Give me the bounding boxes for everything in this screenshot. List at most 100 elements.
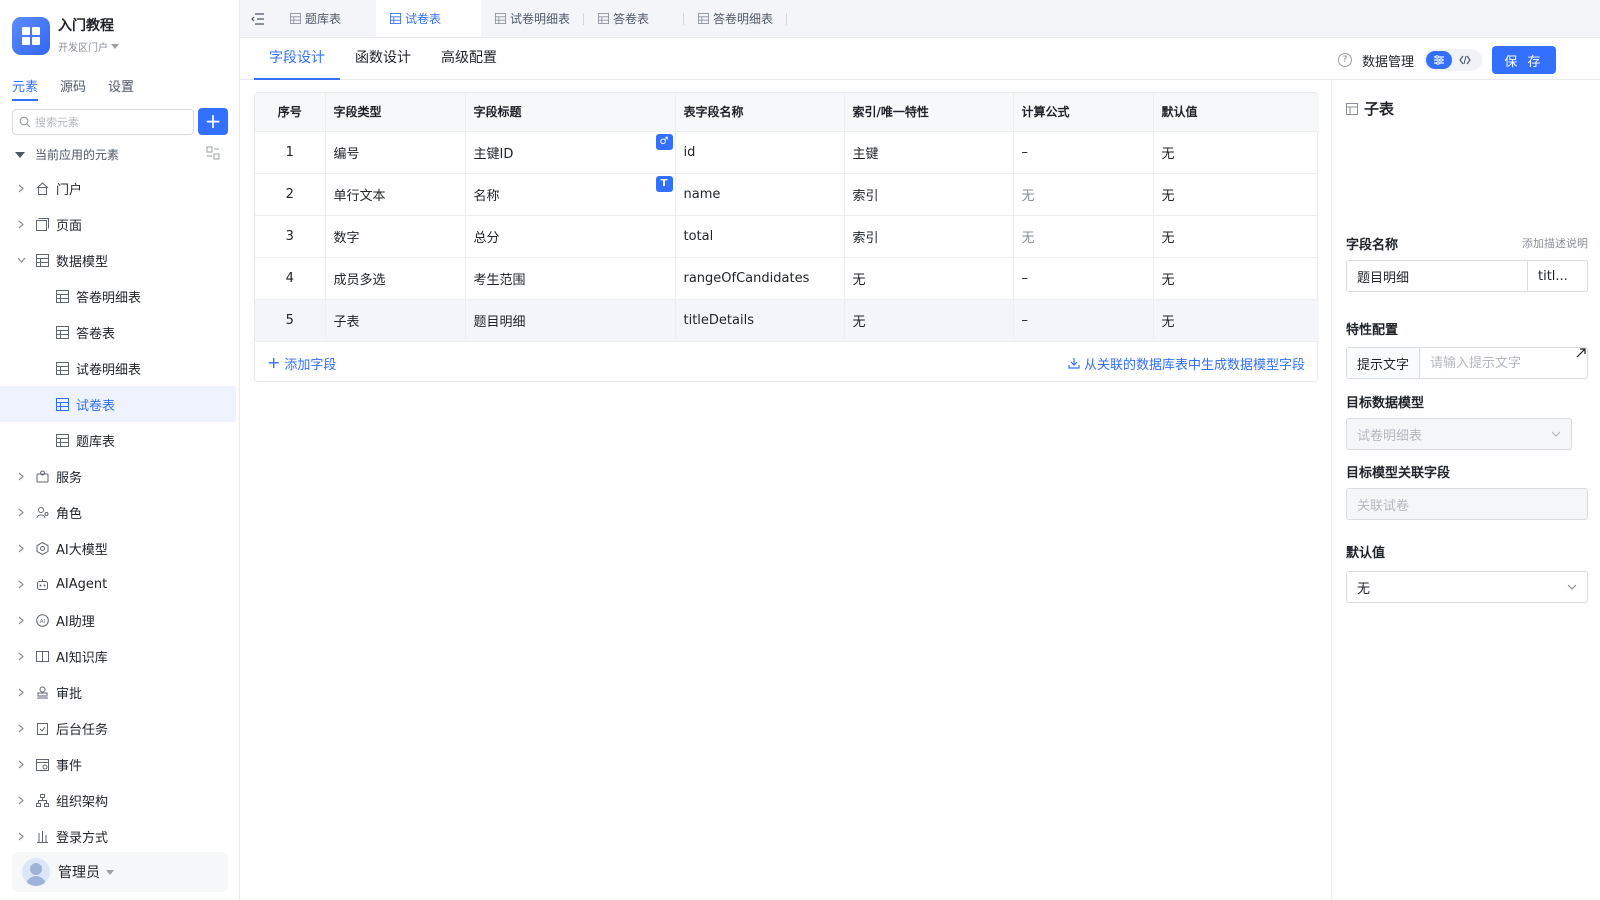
view-mode-toggle[interactable] [1424, 49, 1482, 71]
add-field-button[interactable]: + 添加字段 [267, 354, 336, 373]
chevron-right-icon[interactable] [12, 832, 30, 841]
cell-no: 3 [255, 215, 326, 258]
cell-name: id [675, 131, 845, 174]
tree-section-header[interactable]: 当前应用的元素 [12, 146, 228, 163]
sidebar-item-label: 数据模型 [56, 254, 109, 270]
relation-field-input[interactable]: 关联试卷 [1346, 488, 1588, 520]
help-icon[interactable]: ? [1337, 53, 1352, 67]
sidebar-item[interactable]: 答卷表 [0, 314, 236, 350]
file-tab[interactable]: 题库表 [276, 0, 376, 37]
tab-settings[interactable]: 设置 [108, 76, 134, 101]
default-value-select[interactable]: 无 [1346, 571, 1588, 603]
sidebar-item[interactable]: 题库表 [0, 422, 236, 458]
sidebar-item[interactable]: AI知识库 [0, 638, 236, 674]
chevron-right-icon[interactable] [12, 544, 30, 553]
field-code-input[interactable]: titl... [1527, 261, 1587, 291]
sidebar-item[interactable]: 审批 [0, 674, 236, 710]
chevron-right-icon[interactable] [12, 760, 30, 769]
file-tab[interactable]: 试卷明细表 [481, 0, 585, 37]
column-header-formula: 计算公式 [1013, 93, 1154, 132]
target-model-select[interactable]: 试卷明细表 [1346, 418, 1572, 450]
app-portal-switch[interactable]: 开发区门户 [58, 39, 119, 54]
model-icon [34, 540, 50, 556]
sidebar-item[interactable]: 组织架构 [0, 782, 236, 818]
add-element-button[interactable]: + [198, 108, 228, 135]
table-row[interactable]: 4 成员多选 考生范围 rangeOfCandidates 无 – 无 [255, 257, 1319, 300]
sidebar-item[interactable]: 事件 [0, 746, 236, 782]
table-row[interactable]: 5 子表 题目明细 titleDetails 无 – 无 [255, 299, 1319, 342]
cell-type: 子表 [325, 299, 466, 342]
column-header-type: 字段类型 [325, 93, 466, 132]
chevron-right-icon[interactable] [12, 580, 30, 589]
search-input[interactable] [35, 115, 185, 129]
column-header-index: 索引/唯一特性 [844, 93, 1014, 132]
table-row[interactable]: 1 编号 主键ID ♂ id 主键 – 无 [255, 131, 1319, 174]
sidebar-item-label: 门户 [56, 182, 83, 198]
search-box[interactable] [12, 109, 194, 135]
cell-no: 1 [255, 131, 326, 174]
role-icon [34, 504, 50, 520]
file-tab[interactable]: 答卷表 [584, 0, 685, 37]
add-field-label: 添加字段 [284, 357, 337, 373]
add-description-link[interactable]: 添加描述说明 [1522, 235, 1588, 251]
sidebar-item[interactable]: 试卷明细表 [0, 350, 236, 386]
generate-fields-button[interactable]: 从关联的数据库表中生成数据模型字段 [1068, 354, 1305, 373]
tab-advanced-config[interactable]: 高级配置 [426, 38, 512, 80]
chevron-right-icon[interactable] [12, 472, 30, 481]
cell-type: 单行文本 [325, 173, 466, 216]
sidebar-item[interactable]: 数据模型 [0, 242, 236, 278]
field-name-input[interactable] [1347, 261, 1527, 291]
sidebar-item[interactable]: 角色 [0, 494, 236, 530]
chevron-right-icon[interactable] [12, 652, 30, 661]
settings-view-icon[interactable] [1426, 51, 1452, 69]
tab-function-design[interactable]: 函数设计 [340, 38, 426, 80]
app-header[interactable]: 入门教程 开发区门户 [12, 17, 119, 55]
sidebar-item[interactable]: 门户 [0, 170, 236, 206]
tab-source[interactable]: 源码 [60, 76, 86, 101]
sidebar-item-label: 组织架构 [56, 794, 109, 810]
cell-title-text: 考生范围 [473, 272, 526, 288]
file-tab[interactable]: 试卷表 [376, 0, 481, 37]
cell-title: 考生范围 [465, 257, 676, 300]
table-icon [54, 396, 70, 412]
sidebar-item[interactable]: 登录方式 [0, 818, 236, 854]
sidebar-item[interactable]: 页面 [0, 206, 236, 242]
sidebar-item[interactable]: 试卷表 [0, 386, 236, 422]
sidebar-item[interactable]: 服务 [0, 458, 236, 494]
chevron-right-icon[interactable] [12, 796, 30, 805]
sidebar-item[interactable]: AIAgent [0, 566, 236, 602]
sidebar-item[interactable]: 后台任务 [0, 710, 236, 746]
table-icon [495, 13, 506, 24]
tab-field-design[interactable]: 字段设计 [254, 38, 340, 80]
chevron-right-icon[interactable] [12, 508, 30, 517]
collapse-tree-icon[interactable] [206, 146, 220, 160]
search-icon [19, 116, 31, 128]
chevron-right-icon[interactable] [12, 688, 30, 697]
table-row[interactable]: 3 数字 总分 total 索引无无 [255, 215, 1319, 258]
sidebar-item-label: 答卷表 [76, 326, 116, 342]
table-row[interactable]: 2 单行文本 名称 Tname 索引无无 [255, 173, 1319, 216]
save-button[interactable]: 保 存 [1492, 46, 1556, 74]
cell-no: 4 [255, 257, 326, 300]
chevron-right-icon[interactable] [12, 616, 30, 625]
chevron-right-icon[interactable] [12, 724, 30, 733]
code-view-icon[interactable] [1452, 51, 1478, 69]
sidebar-item[interactable]: 答卷明细表 [0, 278, 236, 314]
sidebar-item-label: 事件 [56, 758, 83, 774]
file-tab[interactable]: 答卷明细表 [684, 0, 788, 37]
hint-text-group: 提示文字 [1346, 347, 1588, 379]
chevron-right-icon[interactable] [12, 184, 30, 193]
user-menu[interactable]: 管理员 [12, 852, 228, 892]
open-link-icon[interactable] [1576, 348, 1586, 358]
hint-text-input[interactable] [1420, 348, 1581, 378]
collapse-sidebar-icon[interactable] [240, 0, 276, 37]
table-icon [1346, 102, 1358, 115]
sidebar-item[interactable]: AI AI助理 [0, 602, 236, 638]
tab-elements[interactable]: 元素 [12, 76, 39, 101]
sidebar-item[interactable]: AI大模型 [0, 530, 236, 566]
chevron-down-icon[interactable] [12, 257, 30, 263]
cell-index: 主键 [844, 131, 1014, 174]
table-header-row: 序号 字段类型 字段标题 表字段名称 索引/唯一特性 计算公式 默认值 [255, 93, 1319, 132]
chevron-right-icon[interactable] [12, 220, 30, 229]
cell-index: 索引 [844, 215, 1014, 258]
